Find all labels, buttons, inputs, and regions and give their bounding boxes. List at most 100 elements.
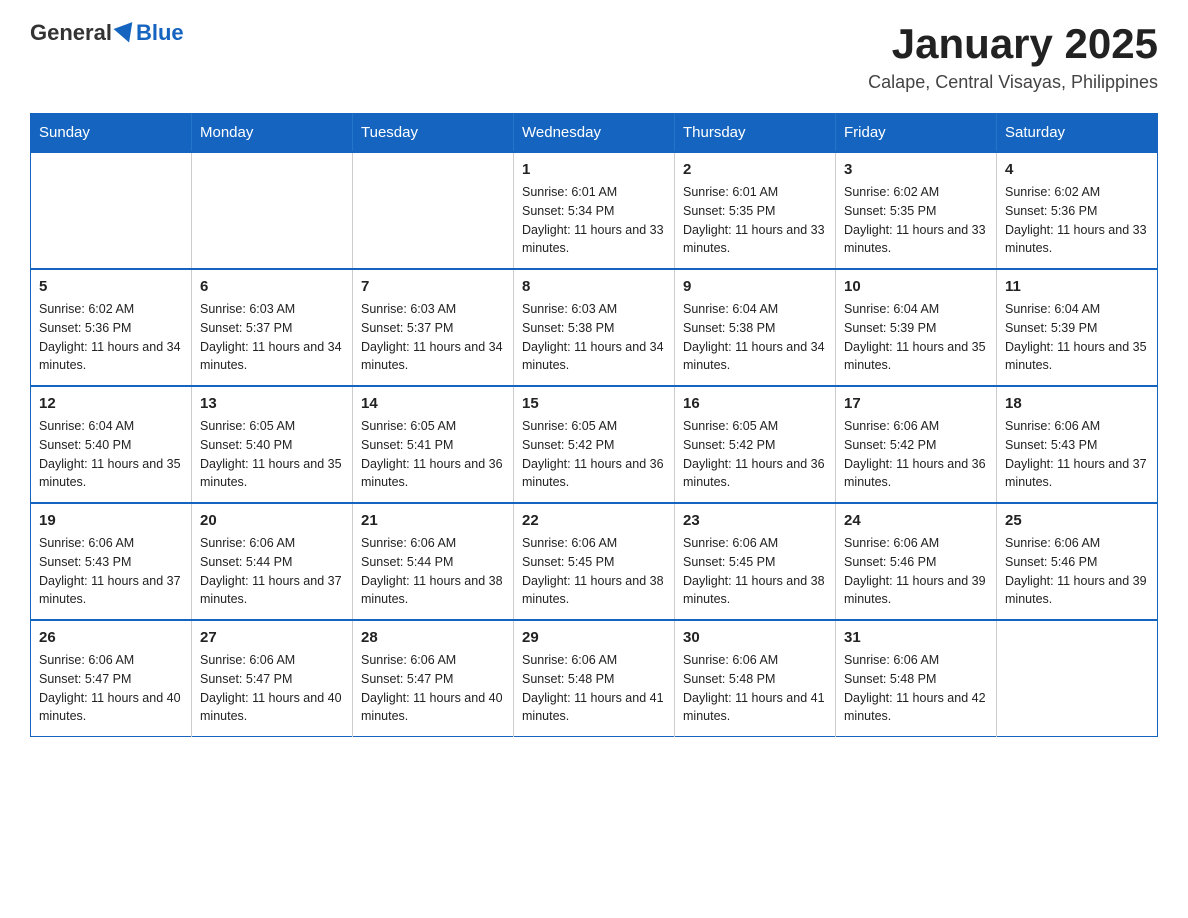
day-info: Sunrise: 6:06 AMSunset: 5:44 PMDaylight:… [361, 534, 505, 609]
day-number: 9 [683, 278, 827, 295]
calendar-cell: 22 Sunrise: 6:06 AMSunset: 5:45 PMDayligh… [514, 503, 675, 620]
day-info: Sunrise: 6:04 AMSunset: 5:39 PMDaylight:… [1005, 300, 1149, 375]
day-number: 11 [1005, 278, 1149, 295]
calendar-cell: 15 Sunrise: 6:05 AMSunset: 5:42 PMDayligh… [514, 386, 675, 503]
page-header: General Blue January 2025 Calape, Centra… [30, 20, 1158, 93]
day-info: Sunrise: 6:03 AMSunset: 5:37 PMDaylight:… [361, 300, 505, 375]
calendar-cell: 16 Sunrise: 6:05 AMSunset: 5:42 PMDayligh… [675, 386, 836, 503]
calendar-cell [192, 152, 353, 269]
calendar-cell: 28Sunrise: 6:06 AMSunset: 5:47 PMDayligh… [353, 620, 514, 737]
day-number: 10 [844, 278, 988, 295]
week-row-2: 5Sunrise: 6:02 AMSunset: 5:36 PMDaylight… [31, 269, 1158, 386]
day-info: Sunrise: 6:06 AMSunset: 5:46 PMDaylight:… [844, 534, 988, 609]
day-number: 28 [361, 629, 505, 646]
day-info: Sunrise: 6:06 AMSunset: 5:45 PMDaylight:… [522, 534, 666, 609]
day-number: 30 [683, 629, 827, 646]
calendar-cell: 1 Sunrise: 6:01 AMSunset: 5:34 PMDaylight… [514, 152, 675, 269]
weekday-header-sunday: Sunday [31, 114, 192, 153]
calendar-cell: 26Sunrise: 6:06 AMSunset: 5:47 PMDayligh… [31, 620, 192, 737]
calendar-cell [997, 620, 1158, 737]
calendar-cell: 14 Sunrise: 6:05 AMSunset: 5:41 PMDayligh… [353, 386, 514, 503]
calendar-cell: 31 Sunrise: 6:06 AMSunset: 5:48 PMDayligh… [836, 620, 997, 737]
calendar-cell: 17Sunrise: 6:06 AMSunset: 5:42 PMDayligh… [836, 386, 997, 503]
day-info: Sunrise: 6:03 AMSunset: 5:37 PMDaylight:… [200, 300, 344, 375]
day-number: 5 [39, 278, 183, 295]
day-number: 6 [200, 278, 344, 295]
weekday-header-monday: Monday [192, 114, 353, 153]
day-number: 27 [200, 629, 344, 646]
calendar-cell: 11 Sunrise: 6:04 AMSunset: 5:39 PMDayligh… [997, 269, 1158, 386]
day-number: 22 [522, 512, 666, 529]
logo-general-text: General [30, 20, 112, 46]
day-info: Sunrise: 6:05 AMSunset: 5:40 PMDaylight:… [200, 417, 344, 492]
day-info: Sunrise: 6:06 AMSunset: 5:43 PMDaylight:… [1005, 417, 1149, 492]
main-title: January 2025 [868, 20, 1158, 68]
calendar-cell: 29 Sunrise: 6:06 AMSunset: 5:48 PMDayligh… [514, 620, 675, 737]
day-number: 24 [844, 512, 988, 529]
day-info: Sunrise: 6:01 AMSunset: 5:34 PMDaylight:… [522, 183, 666, 258]
day-number: 13 [200, 395, 344, 412]
day-info: Sunrise: 6:06 AMSunset: 5:45 PMDaylight:… [683, 534, 827, 609]
calendar-cell: 18 Sunrise: 6:06 AMSunset: 5:43 PMDayligh… [997, 386, 1158, 503]
day-number: 4 [1005, 161, 1149, 178]
day-info: Sunrise: 6:01 AMSunset: 5:35 PMDaylight:… [683, 183, 827, 258]
weekday-header-saturday: Saturday [997, 114, 1158, 153]
day-number: 15 [522, 395, 666, 412]
calendar-cell: 12 Sunrise: 6:04 AMSunset: 5:40 PMDayligh… [31, 386, 192, 503]
day-info: Sunrise: 6:06 AMSunset: 5:48 PMDaylight:… [683, 651, 827, 726]
day-number: 14 [361, 395, 505, 412]
calendar-table: SundayMondayTuesdayWednesdayThursdayFrid… [30, 113, 1158, 737]
logo: General Blue [30, 20, 184, 46]
day-info: Sunrise: 6:03 AMSunset: 5:38 PMDaylight:… [522, 300, 666, 375]
calendar-cell [31, 152, 192, 269]
day-number: 8 [522, 278, 666, 295]
week-row-1: 1 Sunrise: 6:01 AMSunset: 5:34 PMDaylight… [31, 152, 1158, 269]
calendar-cell: 27 Sunrise: 6:06 AMSunset: 5:47 PMDayligh… [192, 620, 353, 737]
day-info: Sunrise: 6:04 AMSunset: 5:39 PMDaylight:… [844, 300, 988, 375]
calendar-header-row: SundayMondayTuesdayWednesdayThursdayFrid… [31, 114, 1158, 153]
calendar-cell: 23Sunrise: 6:06 AMSunset: 5:45 PMDayligh… [675, 503, 836, 620]
calendar-cell: 24 Sunrise: 6:06 AMSunset: 5:46 PMDayligh… [836, 503, 997, 620]
calendar-cell: 21 Sunrise: 6:06 AMSunset: 5:44 PMDayligh… [353, 503, 514, 620]
day-number: 29 [522, 629, 666, 646]
day-number: 17 [844, 395, 988, 412]
calendar-cell: 7 Sunrise: 6:03 AMSunset: 5:37 PMDaylight… [353, 269, 514, 386]
calendar-cell: 3Sunrise: 6:02 AMSunset: 5:35 PMDaylight… [836, 152, 997, 269]
day-number: 31 [844, 629, 988, 646]
day-number: 1 [522, 161, 666, 178]
day-info: Sunrise: 6:05 AMSunset: 5:42 PMDaylight:… [683, 417, 827, 492]
day-info: Sunrise: 6:06 AMSunset: 5:48 PMDaylight:… [522, 651, 666, 726]
day-number: 7 [361, 278, 505, 295]
calendar-cell: 13 Sunrise: 6:05 AMSunset: 5:40 PMDayligh… [192, 386, 353, 503]
calendar-cell: 25 Sunrise: 6:06 AMSunset: 5:46 PMDayligh… [997, 503, 1158, 620]
day-info: Sunrise: 6:06 AMSunset: 5:43 PMDaylight:… [39, 534, 183, 609]
day-number: 25 [1005, 512, 1149, 529]
week-row-5: 26Sunrise: 6:06 AMSunset: 5:47 PMDayligh… [31, 620, 1158, 737]
logo-blue-text: Blue [136, 20, 184, 46]
calendar-cell: 10 Sunrise: 6:04 AMSunset: 5:39 PMDayligh… [836, 269, 997, 386]
logo-triangle-icon [113, 22, 138, 46]
day-info: Sunrise: 6:05 AMSunset: 5:42 PMDaylight:… [522, 417, 666, 492]
weekday-header-tuesday: Tuesday [353, 114, 514, 153]
weekday-header-friday: Friday [836, 114, 997, 153]
day-number: 19 [39, 512, 183, 529]
day-number: 18 [1005, 395, 1149, 412]
calendar-cell: 6 Sunrise: 6:03 AMSunset: 5:37 PMDaylight… [192, 269, 353, 386]
day-number: 2 [683, 161, 827, 178]
calendar-cell: 5Sunrise: 6:02 AMSunset: 5:36 PMDaylight… [31, 269, 192, 386]
day-info: Sunrise: 6:04 AMSunset: 5:40 PMDaylight:… [39, 417, 183, 492]
day-number: 16 [683, 395, 827, 412]
day-info: Sunrise: 6:06 AMSunset: 5:46 PMDaylight:… [1005, 534, 1149, 609]
day-number: 21 [361, 512, 505, 529]
calendar-cell: 30 Sunrise: 6:06 AMSunset: 5:48 PMDayligh… [675, 620, 836, 737]
calendar-cell: 19 Sunrise: 6:06 AMSunset: 5:43 PMDayligh… [31, 503, 192, 620]
day-info: Sunrise: 6:06 AMSunset: 5:47 PMDaylight:… [200, 651, 344, 726]
weekday-header-thursday: Thursday [675, 114, 836, 153]
week-row-3: 12 Sunrise: 6:04 AMSunset: 5:40 PMDayligh… [31, 386, 1158, 503]
day-info: Sunrise: 6:05 AMSunset: 5:41 PMDaylight:… [361, 417, 505, 492]
day-info: Sunrise: 6:04 AMSunset: 5:38 PMDaylight:… [683, 300, 827, 375]
week-row-4: 19 Sunrise: 6:06 AMSunset: 5:43 PMDayligh… [31, 503, 1158, 620]
day-info: Sunrise: 6:06 AMSunset: 5:48 PMDaylight:… [844, 651, 988, 726]
day-number: 12 [39, 395, 183, 412]
calendar-cell: 8 Sunrise: 6:03 AMSunset: 5:38 PMDaylight… [514, 269, 675, 386]
